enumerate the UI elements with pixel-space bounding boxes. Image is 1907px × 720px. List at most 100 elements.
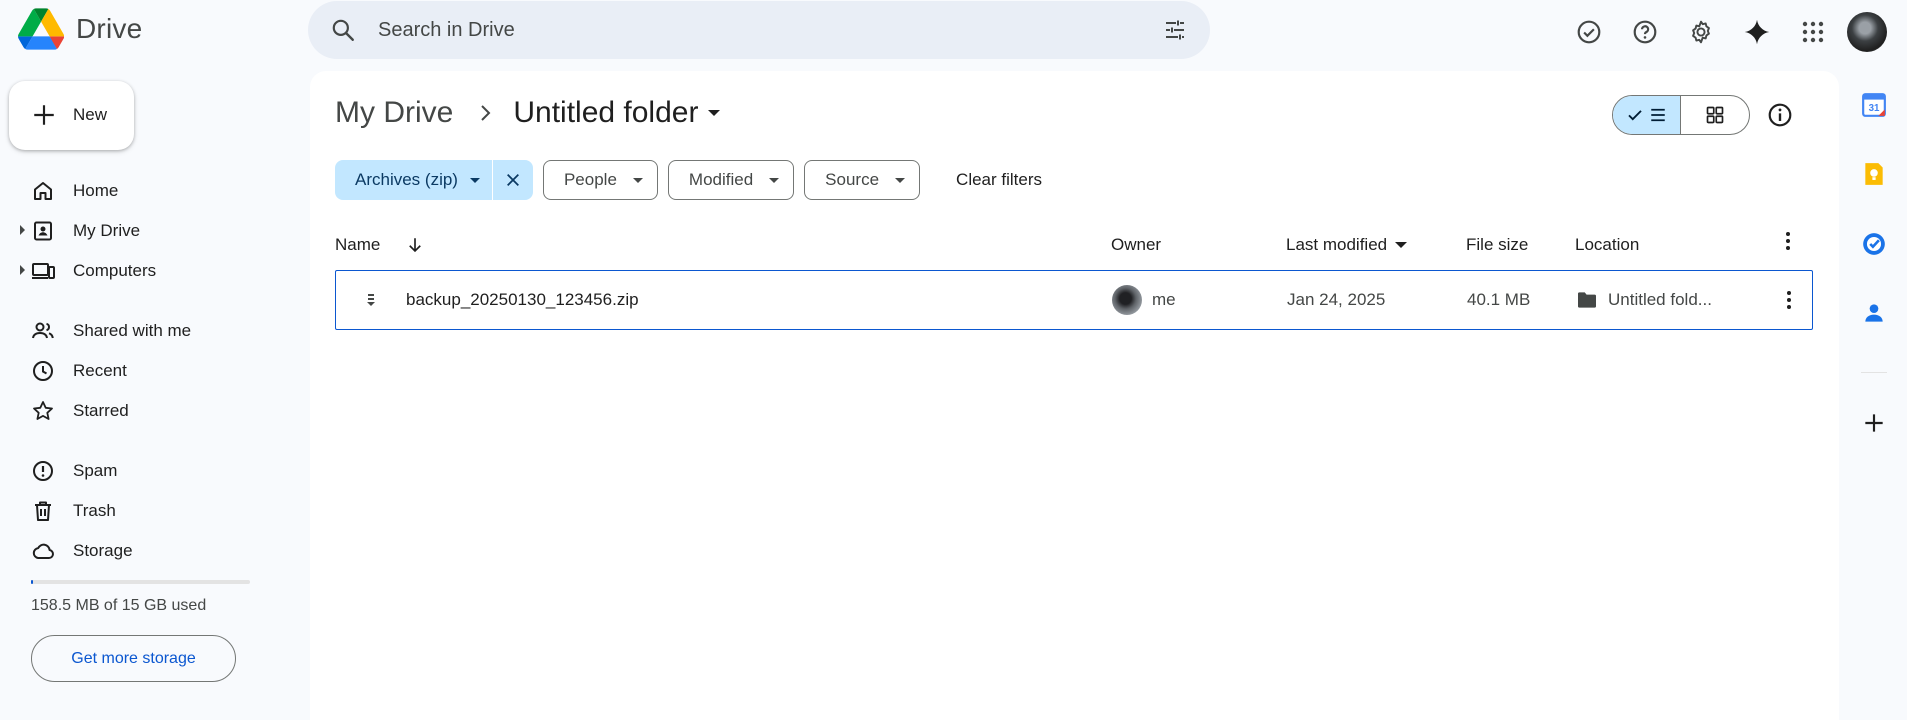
breadcrumb-current-folder[interactable]: Untitled folder (513, 96, 721, 130)
sidebar-item-shared[interactable]: Shared with me (0, 310, 270, 350)
search-icon[interactable] (330, 17, 356, 43)
add-addon-icon[interactable] (1861, 410, 1887, 436)
grid-view-icon (1706, 106, 1724, 124)
dropdown-arrow-icon (469, 177, 480, 183)
app-name: Drive (76, 13, 143, 44)
column-header-location[interactable]: Location (1575, 235, 1639, 255)
dropdown-arrow-icon (769, 177, 780, 183)
column-header-last-modified[interactable]: Last modified (1286, 235, 1408, 255)
storage-usage-bar (31, 580, 250, 584)
search-input[interactable] (378, 13, 1138, 47)
breadcrumb-my-drive[interactable]: My Drive (335, 96, 453, 130)
remove-filter-button[interactable] (493, 160, 533, 200)
sidebar-item-label: Computers (73, 261, 157, 280)
sidebar-item-starred[interactable]: Starred (0, 390, 270, 430)
storage-usage-text: 158.5 MB of 15 GB used (31, 597, 207, 614)
sidebar-item-computers[interactable]: Computers (0, 250, 270, 290)
dropdown-arrow-icon (708, 110, 721, 116)
gear-icon (1692, 20, 1710, 44)
type-filter-label: Archives (zip) (355, 170, 458, 189)
drive-logo[interactable]: Drive (18, 8, 142, 50)
sidebar-item-my-drive[interactable]: My Drive (0, 210, 270, 250)
sort-dropdown-icon (1395, 242, 1408, 248)
more-vert-icon (1787, 290, 1791, 309)
contacts-icon[interactable] (1861, 300, 1887, 326)
expand-caret-icon[interactable] (20, 265, 25, 275)
sidebar-item-label: Home (73, 181, 119, 200)
sort-arrow-down-icon[interactable] (406, 235, 424, 255)
sidebar-item-label: Storage (73, 541, 133, 560)
settings-button[interactable] (1673, 14, 1729, 50)
sidebar-item-label: Shared with me (73, 321, 192, 340)
my-drive-icon (34, 221, 52, 241)
dropdown-arrow-icon (632, 177, 643, 183)
calendar-icon[interactable]: 31 (1861, 92, 1887, 118)
drive-app: Drive Search in Drive New Home My Drive … (0, 0, 1907, 720)
search-options-icon[interactable] (1162, 18, 1188, 42)
filter-bar: Archives (zip) People Modified Source Cl… (335, 160, 1042, 200)
row-actions-button[interactable] (1777, 271, 1801, 328)
column-header-owner[interactable]: Owner (1111, 235, 1161, 255)
list-view-button[interactable] (1613, 96, 1681, 134)
account-avatar[interactable] (1847, 12, 1887, 52)
sidebar-item-label: Starred (73, 401, 129, 420)
owner-avatar (1112, 284, 1142, 315)
expand-caret-icon[interactable] (20, 225, 25, 235)
help-button[interactable] (1617, 14, 1673, 50)
clock-icon (33, 361, 53, 381)
cloud-icon (32, 543, 54, 559)
type-filter-chip: Archives (zip) (335, 160, 533, 200)
column-header-file-size[interactable]: File size (1466, 235, 1528, 255)
help-icon (1633, 20, 1657, 44)
storage-usage-fill (31, 580, 34, 584)
clear-filters-button[interactable]: Clear filters (956, 170, 1042, 190)
main-content: My Drive Untitled folder Archives (zip) … (310, 71, 1839, 720)
file-size: 40.1 MB (1467, 289, 1531, 309)
offline-ready-button[interactable] (1561, 14, 1617, 50)
sidebar-item-home[interactable]: Home (0, 170, 270, 210)
location-name: Untitled fold... (1608, 289, 1712, 309)
close-icon (507, 174, 519, 186)
new-button[interactable]: New (9, 81, 134, 150)
sidebar-item-label: Recent (73, 361, 127, 380)
tasks-icon[interactable] (1861, 231, 1887, 257)
table-row[interactable]: backup_20250130_123456.zip me Jan 24, 20… (335, 270, 1813, 330)
file-name[interactable]: backup_20250130_123456.zip (406, 271, 639, 328)
type-filter-dropdown[interactable]: Archives (zip) (335, 160, 493, 200)
sidebar-item-label: Trash (73, 501, 116, 520)
grid-view-button[interactable] (1681, 96, 1749, 134)
check-circle-icon (1577, 20, 1601, 44)
home-icon (34, 182, 52, 200)
sidebar-item-recent[interactable]: Recent (0, 350, 270, 390)
list-view-icon (1650, 108, 1665, 122)
keep-icon[interactable] (1861, 161, 1887, 187)
file-table-header: Name Owner Last modified File size Locat… (335, 223, 1813, 263)
column-label: Location (1575, 235, 1640, 254)
sidebar-item-trash[interactable]: Trash (0, 490, 270, 530)
people-filter-label: People (563, 170, 617, 189)
search-bar[interactable] (308, 1, 1210, 59)
column-header-name[interactable]: Name (335, 235, 424, 255)
people-filter-chip[interactable]: People (542, 160, 658, 200)
chevron-right-icon (481, 105, 491, 121)
source-filter-label: Source (825, 170, 880, 189)
plus-icon (34, 105, 54, 125)
modified-filter-chip[interactable]: Modified (667, 160, 795, 200)
get-more-storage-button[interactable]: Get more storage (31, 635, 236, 682)
info-icon[interactable] (1767, 102, 1793, 128)
drive-logo-icon (18, 8, 64, 50)
gemini-button[interactable] (1729, 14, 1785, 50)
sidebar-item-storage[interactable]: Storage (0, 530, 270, 570)
apps-button[interactable] (1785, 14, 1841, 50)
zip-file-icon (367, 293, 375, 306)
source-filter-chip[interactable]: Source (804, 160, 921, 200)
breadcrumb: My Drive Untitled folder (335, 96, 721, 130)
more-vert-icon (1786, 232, 1790, 250)
spam-icon (33, 461, 53, 481)
shared-icon (32, 322, 54, 339)
current-folder-name: Untitled folder (513, 96, 699, 129)
column-label: Owner (1111, 235, 1162, 254)
file-location[interactable]: Untitled fold... (1576, 271, 1712, 328)
sidebar-item-spam[interactable]: Spam (0, 450, 270, 490)
column-options-button[interactable] (1776, 229, 1800, 253)
